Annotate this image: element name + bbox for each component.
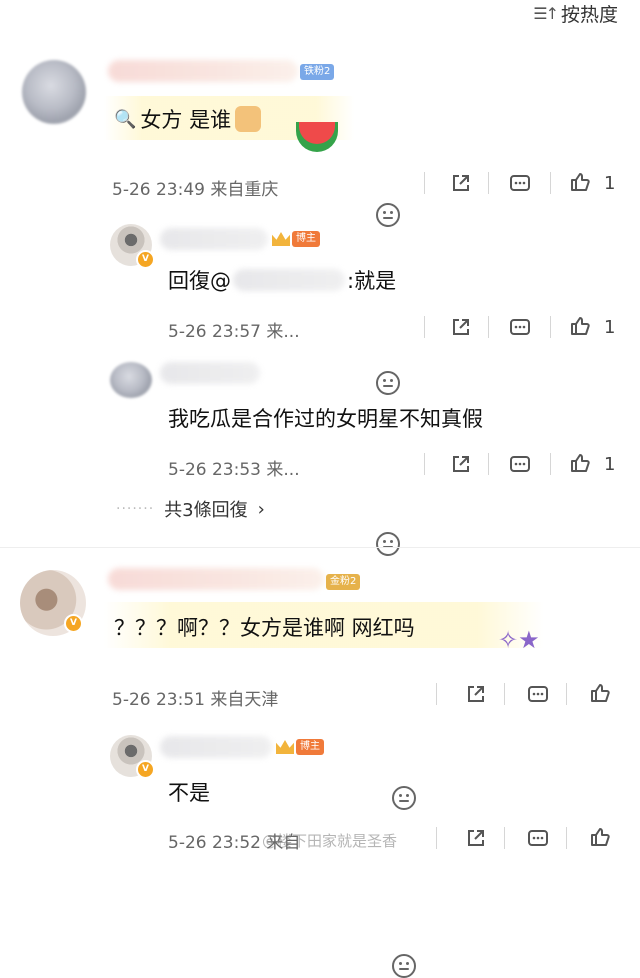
like-icon[interactable] <box>590 827 610 847</box>
comment-icon[interactable] <box>510 318 530 338</box>
avatar[interactable] <box>22 60 86 124</box>
dislike-icon[interactable] <box>392 954 416 978</box>
divider <box>488 453 489 475</box>
comment-location: 来自天津 <box>210 690 279 710</box>
avatar[interactable] <box>110 362 152 398</box>
crown-icon <box>276 740 294 754</box>
reply-text: 我吃瓜是合作过的女明星不知真假 <box>168 407 483 431</box>
chevron-right-icon: › <box>257 498 265 520</box>
host-badge: 博主 <box>292 231 320 247</box>
username-redacted[interactable] <box>108 60 298 82</box>
comment-text: 女方 是谁 <box>140 108 232 132</box>
sort-label: 按热度 <box>560 4 618 26</box>
section-divider <box>0 547 640 548</box>
reply-time: 5-26 23:53 <box>168 460 261 480</box>
dog-emoji-icon <box>235 106 262 132</box>
watermelon-emoji-icon <box>296 122 338 152</box>
verified-badge-icon: V <box>136 250 155 269</box>
sort-by-heat-button[interactable]: ☰↑ 按热度 <box>533 0 618 27</box>
share-icon[interactable] <box>466 684 486 704</box>
like-count: 1 <box>604 454 616 475</box>
sort-icon: ☰↑ <box>533 4 559 23</box>
comment-icon[interactable] <box>510 174 530 194</box>
divider <box>550 316 551 338</box>
reply-location: 来... <box>266 460 300 480</box>
reply-suffix: :就是 <box>347 269 397 293</box>
dislike-icon[interactable] <box>376 203 400 227</box>
comment-text-row: 🔍 女方 是谁 <box>114 104 262 134</box>
mention-redacted[interactable] <box>233 269 345 291</box>
comment-location: 来自重庆 <box>210 180 279 200</box>
divider <box>488 172 489 194</box>
divider <box>436 827 437 849</box>
comment-meta: 5-26 23:49 来自重庆 <box>112 175 278 200</box>
comment-icon[interactable] <box>528 685 548 705</box>
username-redacted[interactable] <box>160 736 272 758</box>
comment-meta: 5-26 23:51 来自天津 <box>112 685 278 710</box>
comment-icon[interactable] <box>510 455 530 475</box>
more-replies-label: 共3條回復 <box>164 500 248 521</box>
share-icon[interactable] <box>466 828 486 848</box>
reply-location: 来... <box>266 322 300 342</box>
dislike-icon[interactable] <box>392 786 416 810</box>
reply-text: 不是 <box>168 781 210 805</box>
watermark: @楼下田家就是圣香 <box>262 832 398 850</box>
divider <box>424 172 425 194</box>
divider <box>566 827 567 849</box>
divider <box>566 683 567 705</box>
more-replies-link[interactable]: ······· 共3條回復 › <box>116 496 265 522</box>
divider <box>436 683 437 705</box>
host-badge: 博主 <box>296 739 324 755</box>
verified-badge-icon: V <box>136 760 155 779</box>
reply-meta: 5-26 23:53 来... <box>168 455 300 480</box>
share-icon[interactable] <box>451 454 471 474</box>
dots-separator: ······· <box>116 501 155 517</box>
reply-text-row: 回復@ :就是 <box>168 265 396 295</box>
username-redacted[interactable] <box>160 228 268 250</box>
comment-text: ？？？啊？？女方是谁啊 网红吗 <box>114 616 415 640</box>
search-icon[interactable]: 🔍 <box>114 109 136 130</box>
like-count: 1 <box>604 173 616 194</box>
divider <box>550 172 551 194</box>
like-icon[interactable] <box>570 172 590 192</box>
like-icon[interactable] <box>570 316 590 336</box>
divider <box>424 453 425 475</box>
share-icon[interactable] <box>451 173 471 193</box>
comment-time: 5-26 23:51 <box>112 690 205 710</box>
divider <box>424 316 425 338</box>
reply-prefix: 回復@ <box>168 269 231 293</box>
like-icon[interactable] <box>570 453 590 473</box>
sparkle-stars-icon: ✧★ <box>498 626 540 654</box>
divider <box>504 683 505 705</box>
share-icon[interactable] <box>451 317 471 337</box>
dislike-icon[interactable] <box>376 371 400 395</box>
verified-badge-icon: V <box>64 614 83 633</box>
reply-time: 5-26 23:52 <box>168 833 261 853</box>
reply-meta: 5-26 23:57 来... <box>168 317 300 342</box>
divider <box>550 453 551 475</box>
like-count: 1 <box>604 317 616 338</box>
dislike-icon[interactable] <box>376 532 400 556</box>
like-icon[interactable] <box>590 683 610 703</box>
crown-icon <box>272 232 290 246</box>
fan-badge: 金粉2 <box>326 574 361 590</box>
fan-badge: 铁粉2 <box>300 64 335 80</box>
divider <box>504 827 505 849</box>
divider <box>488 316 489 338</box>
username-redacted[interactable] <box>108 568 324 590</box>
username-redacted[interactable] <box>160 362 260 384</box>
comment-time: 5-26 23:49 <box>112 180 205 200</box>
comment-icon[interactable] <box>528 829 548 849</box>
reply-time: 5-26 23:57 <box>168 322 261 342</box>
